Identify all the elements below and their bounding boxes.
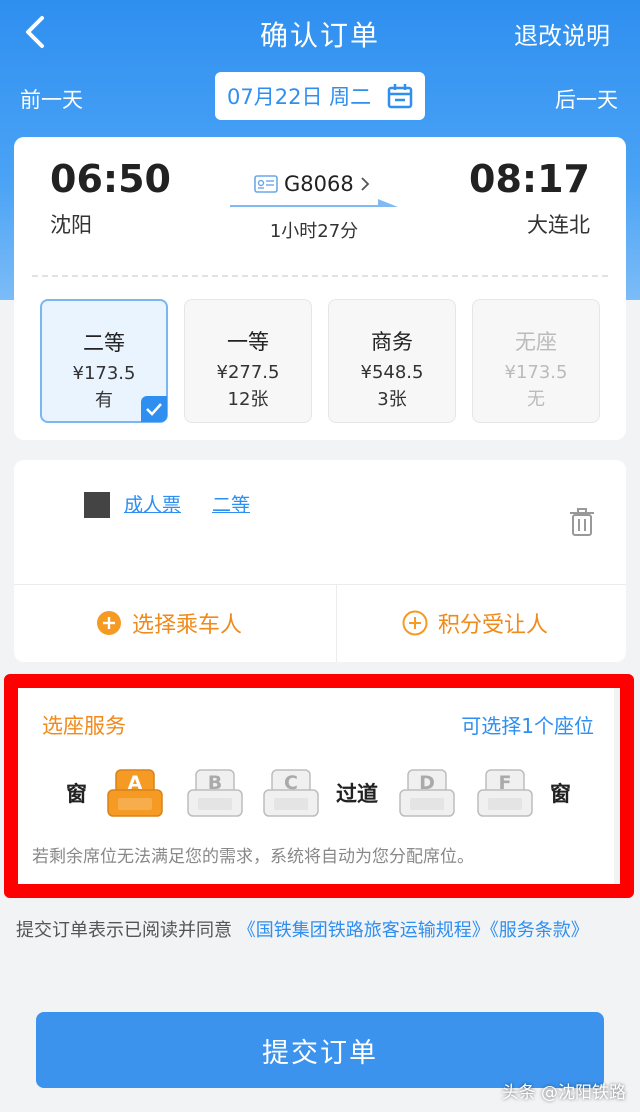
seat-letter: D xyxy=(419,772,435,794)
next-day-button[interactable]: 后一天 xyxy=(555,84,618,114)
seat-class-availability: 无 xyxy=(527,389,545,410)
seat-letter: C xyxy=(284,772,298,794)
plus-circle-outline-icon xyxy=(402,610,428,636)
passenger-seat-class-link[interactable]: 二等 xyxy=(212,490,250,517)
seat-class-availability: 12张 xyxy=(227,389,269,410)
points-transfer-button[interactable]: 积分受让人 xyxy=(402,584,548,662)
choose-passenger-label: 选择乘车人 xyxy=(132,613,243,638)
seat-option-c[interactable]: C xyxy=(262,768,320,820)
divider xyxy=(336,584,337,662)
seat-class-second[interactable]: 二等 ¥173.5 有 xyxy=(40,299,168,423)
date-bar: 前一天 07月22日 周二 后一天 xyxy=(0,70,640,122)
seat-option-f[interactable]: F xyxy=(476,768,534,820)
calendar-icon xyxy=(387,84,413,109)
seat-class-options: 二等 ¥173.5 有 一等 ¥277.5 12张 商务 ¥548.5 3张 无… xyxy=(40,299,600,423)
window-label-left: 窗 xyxy=(66,782,87,806)
watermark: 头条 @沈阳铁路 xyxy=(501,1083,626,1103)
seat-class-business[interactable]: 商务 ¥548.5 3张 xyxy=(328,299,456,423)
chevron-right-icon xyxy=(361,177,369,191)
seat-service-title: 选座服务 xyxy=(42,714,126,738)
refund-change-rules-link[interactable]: 退改说明 xyxy=(514,16,610,51)
nav-bar: 确认订单 退改说明 xyxy=(0,0,640,64)
arrival-time: 08:17 xyxy=(469,157,590,201)
window-label-right: 窗 xyxy=(550,782,571,806)
service-terms-link[interactable]: 《服务条款》 xyxy=(490,920,589,941)
trash-icon[interactable] xyxy=(570,508,594,536)
travel-duration: 1小时27分 xyxy=(269,221,359,242)
seat-letter: A xyxy=(127,772,143,794)
plus-circle-icon xyxy=(97,611,121,635)
train-number: G8068 xyxy=(284,172,354,196)
seat-service-hint: 可选择1个座位 xyxy=(461,714,594,738)
divider xyxy=(32,275,608,277)
choose-passenger-button[interactable]: 选择乘车人 xyxy=(96,584,242,662)
seat-class-standing: 无座 ¥173.5 无 xyxy=(472,299,600,423)
agreement-text: 提交订单表示已阅读并同意 《国铁集团铁路旅客运输规程》《服务条款》 xyxy=(16,914,616,948)
seat-class-availability: 3张 xyxy=(377,389,407,410)
seat-class-name: 无座 xyxy=(515,330,557,354)
agreement-prefix: 提交订单表示已阅读并同意 xyxy=(16,920,232,941)
id-card-icon xyxy=(254,175,278,193)
arrival-station: 大连北 xyxy=(527,213,590,237)
seat-class-price: ¥277.5 xyxy=(216,362,280,383)
seat-class-price: ¥173.5 xyxy=(504,362,568,383)
seat-class-name: 商务 xyxy=(371,330,413,354)
aisle-label: 过道 xyxy=(336,782,378,806)
passenger-card: 成人票 二等 选择乘车人 积分受让人 xyxy=(14,460,626,662)
seat-option-b[interactable]: B xyxy=(186,768,244,820)
seat-map-row: 窗 A B C 过道 D F 窗 xyxy=(18,764,614,818)
seat-class-name: 二等 xyxy=(83,331,125,355)
seat-class-first[interactable]: 一等 ¥277.5 12张 xyxy=(184,299,312,423)
seat-option-a[interactable]: A xyxy=(106,768,164,820)
direction-arrow-icon xyxy=(230,199,398,207)
transport-rules-link[interactable]: 《国铁集团铁路旅客运输规程》 xyxy=(238,920,490,941)
seat-option-d[interactable]: D xyxy=(398,768,456,820)
seat-class-price: ¥173.5 xyxy=(72,363,136,384)
passenger-redacted-block xyxy=(84,492,110,518)
points-transfer-label: 积分受让人 xyxy=(438,613,549,638)
departure-station: 沈阳 xyxy=(50,213,92,237)
date-selector[interactable]: 07月22日 周二 xyxy=(215,72,425,120)
train-number-link[interactable]: G8068 xyxy=(254,172,370,196)
seat-class-price: ¥548.5 xyxy=(360,362,424,383)
prev-day-button[interactable]: 前一天 xyxy=(20,84,83,114)
ticket-type-link[interactable]: 成人票 xyxy=(124,490,181,517)
seat-class-name: 一等 xyxy=(227,330,269,354)
departure-time: 06:50 xyxy=(50,157,171,201)
selected-check-icon xyxy=(141,396,167,422)
date-label: 07月22日 周二 xyxy=(227,85,372,109)
submit-order-button[interactable]: 提交订单 xyxy=(36,1012,604,1088)
seat-selection-service: 选座服务 可选择1个座位 窗 A B C 过道 D F 窗 若剩余席位无法满足您… xyxy=(18,688,614,884)
train-info-card: 06:50 沈阳 G8068 1小时27分 08:17 大连北 二等 ¥173.… xyxy=(14,137,626,440)
seat-letter: B xyxy=(207,772,223,794)
seat-service-note: 若剩余席位无法满足您的需求，系统将自动为您分配席位。 xyxy=(32,847,474,867)
seat-letter: F xyxy=(498,772,512,794)
